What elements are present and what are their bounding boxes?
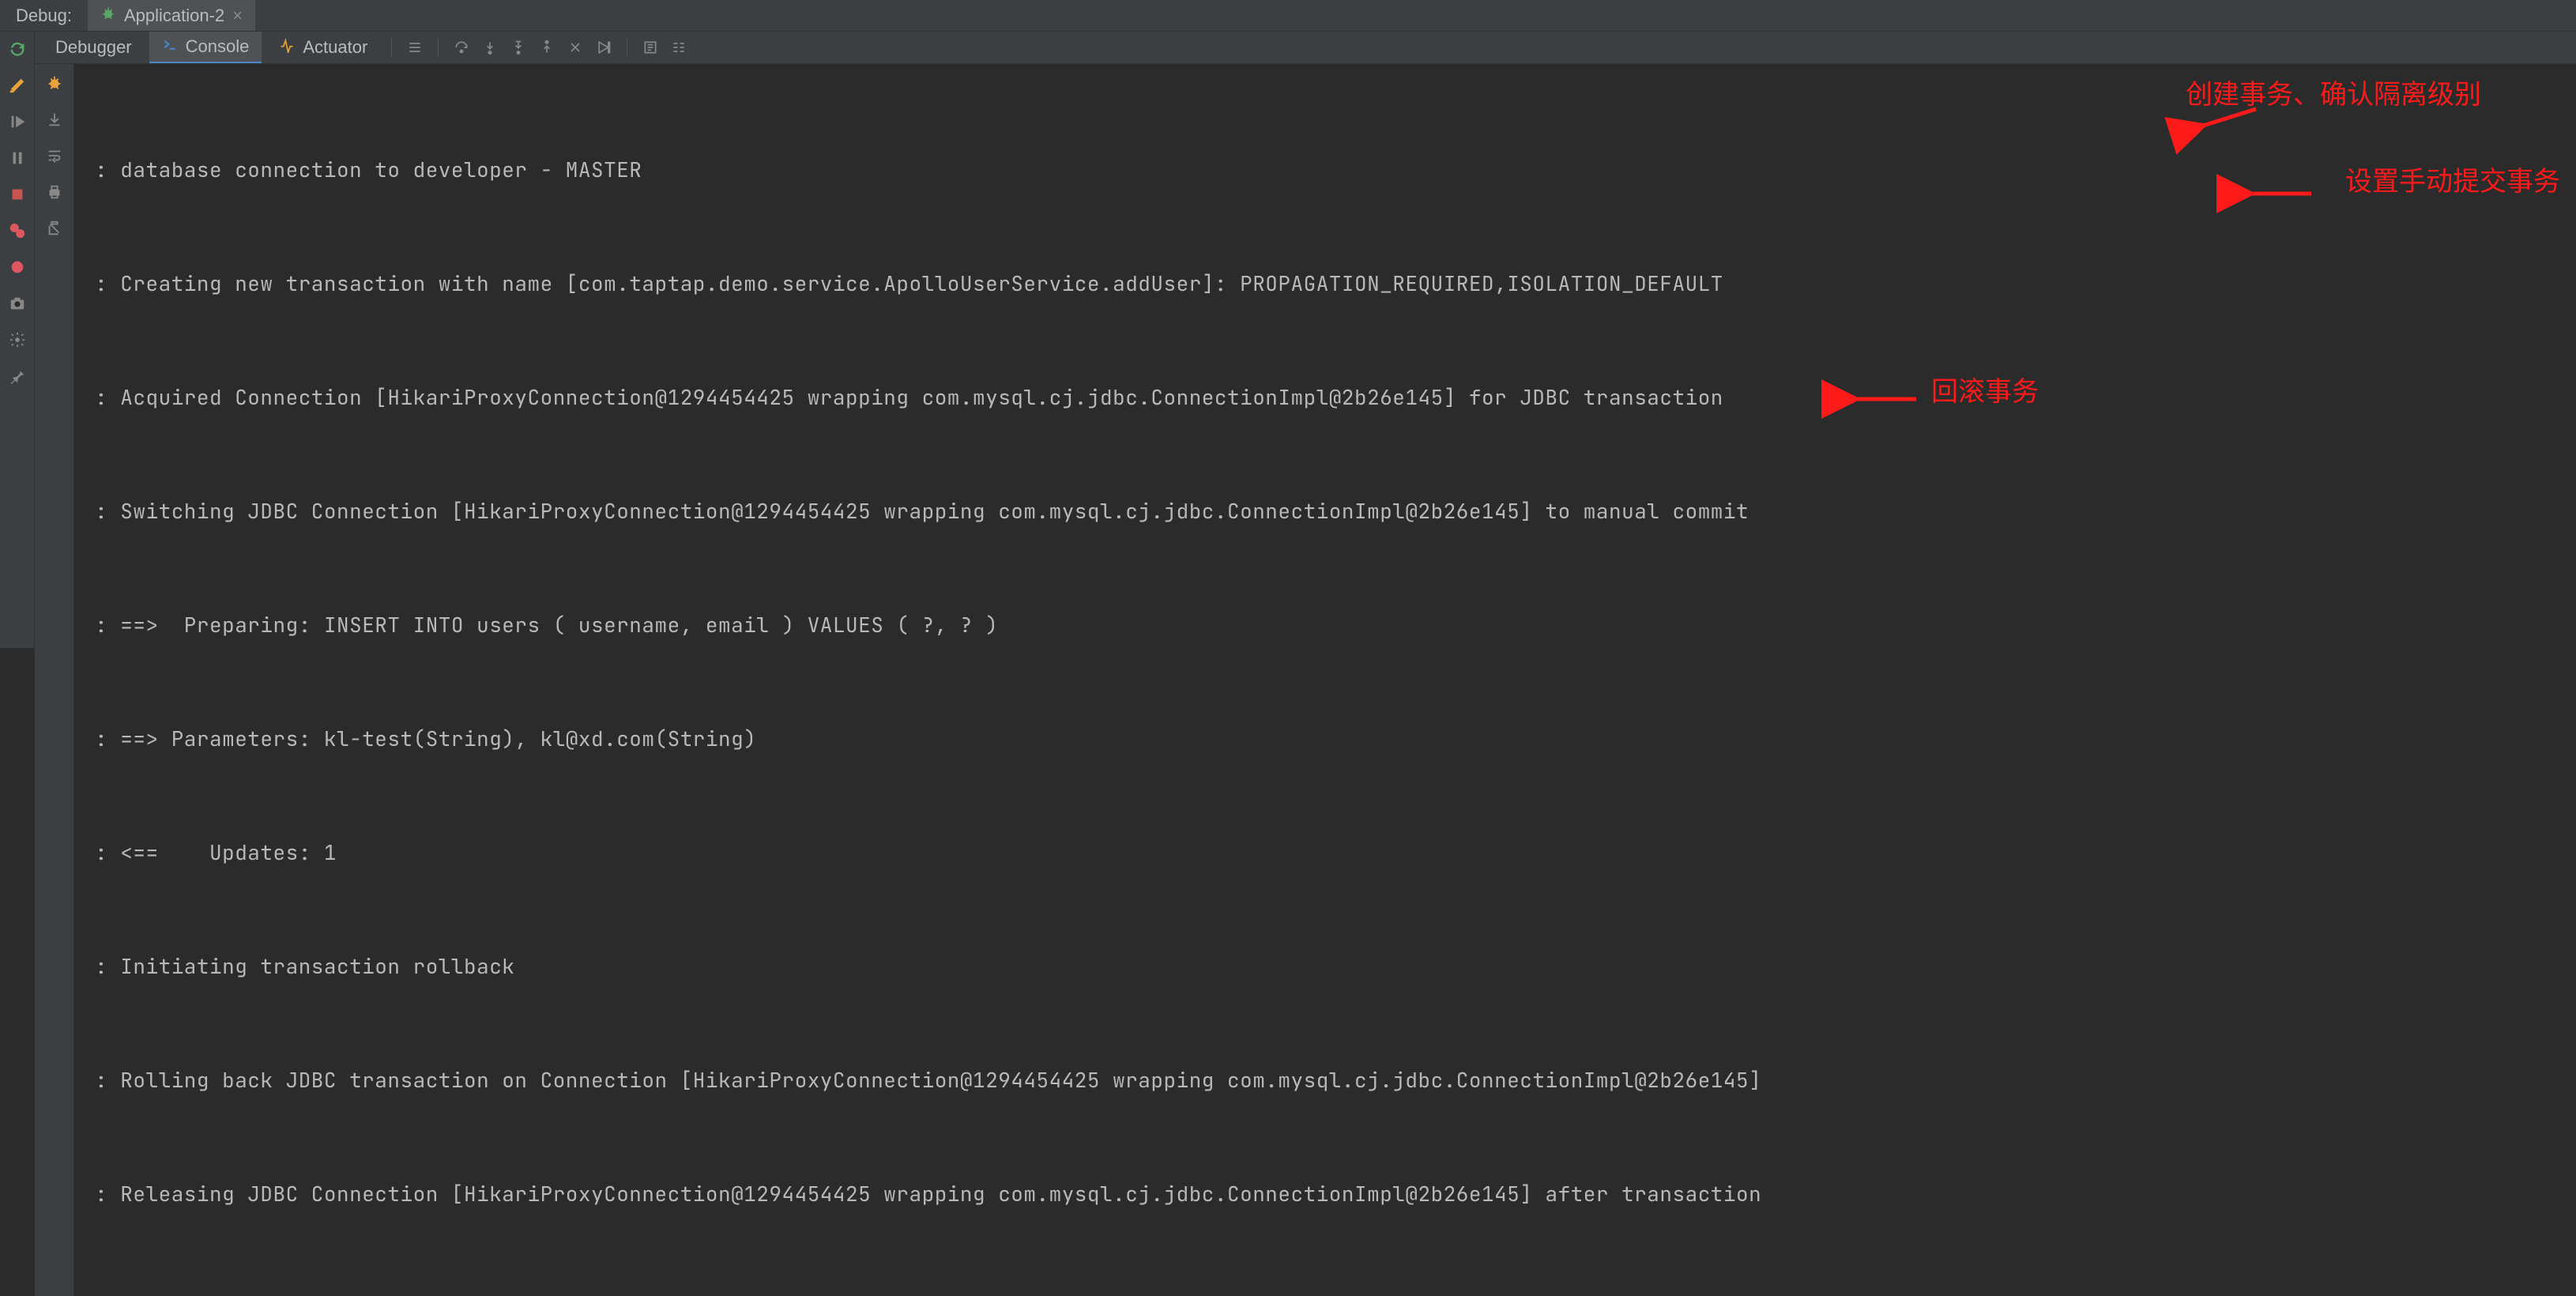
print-icon[interactable] bbox=[43, 181, 66, 203]
debugger-tab-label: Debugger bbox=[55, 37, 132, 58]
trace-current-stream-chain-icon[interactable] bbox=[667, 36, 691, 59]
close-tab-icon[interactable]: × bbox=[232, 6, 243, 26]
step-out-icon[interactable] bbox=[535, 36, 559, 59]
settings-icon[interactable] bbox=[6, 329, 28, 351]
actuator-icon bbox=[279, 37, 295, 58]
pin-icon[interactable] bbox=[6, 365, 28, 387]
debug-top-bar: Debug: Application-2 × bbox=[0, 0, 2576, 32]
rerun-icon[interactable] bbox=[6, 38, 28, 60]
console-icon bbox=[162, 36, 178, 57]
bug-run-icon[interactable] bbox=[43, 72, 66, 94]
sub-tab-bar: Debugger Console Actuator bbox=[35, 32, 2576, 64]
stop-icon[interactable] bbox=[6, 183, 28, 205]
force-step-into-icon[interactable] bbox=[507, 36, 530, 59]
toolbar-separator bbox=[438, 37, 439, 58]
console-tab-label: Console bbox=[186, 36, 250, 57]
log-line: : Rolling back JDBC transaction on Conne… bbox=[82, 1061, 2568, 1099]
log-line: : restore database connection bbox=[82, 1289, 2568, 1296]
scroll-to-end-icon[interactable] bbox=[43, 108, 66, 130]
log-line: : Switching JDBC Connection [HikariProxy… bbox=[82, 492, 2568, 530]
camera-icon[interactable] bbox=[6, 292, 28, 315]
step-over-icon[interactable] bbox=[450, 36, 473, 59]
main-row: Debugger Console Actuator bbox=[0, 32, 2576, 648]
soft-wrap-icon[interactable] bbox=[43, 145, 66, 167]
log-line: : database connection to developer - MAS… bbox=[82, 151, 2568, 189]
tab-console[interactable]: Console bbox=[149, 32, 262, 63]
actuator-tab-label: Actuator bbox=[303, 37, 367, 58]
run-tab-group: Application-2 × bbox=[88, 0, 255, 31]
log-line: : Releasing JDBC Connection [HikariProxy… bbox=[82, 1175, 2568, 1213]
console-left-gutter bbox=[35, 64, 74, 1296]
debug-label: Debug: bbox=[16, 6, 72, 26]
drop-frame-icon[interactable] bbox=[563, 36, 587, 59]
pause-icon[interactable] bbox=[6, 147, 28, 169]
mute-breakpoints-icon[interactable] bbox=[6, 256, 28, 278]
toolbar-list-icon[interactable] bbox=[403, 36, 427, 59]
log-line: : Creating new transaction with name [co… bbox=[82, 265, 2568, 303]
clear-all-icon[interactable] bbox=[43, 217, 66, 239]
bug-icon bbox=[100, 6, 116, 26]
log-line: : ==> Preparing: INSERT INTO users ( use… bbox=[82, 606, 2568, 644]
tab-actuator[interactable]: Actuator bbox=[266, 32, 380, 62]
log-line: : <== Updates: 1 bbox=[82, 834, 2568, 872]
toolbar-separator bbox=[391, 37, 392, 58]
console-output[interactable]: : database connection to developer - MAS… bbox=[74, 64, 2576, 1296]
modify-run-config-icon[interactable] bbox=[6, 74, 28, 96]
run-config-tab[interactable]: Application-2 × bbox=[88, 0, 255, 31]
console-body: : database connection to developer - MAS… bbox=[35, 64, 2576, 1296]
right-area: Debugger Console Actuator bbox=[35, 32, 2576, 648]
run-to-cursor-icon[interactable] bbox=[592, 36, 616, 59]
step-into-icon[interactable] bbox=[478, 36, 502, 59]
view-breakpoints-icon[interactable] bbox=[6, 220, 28, 242]
log-line: : Acquired Connection [HikariProxyConnec… bbox=[82, 379, 2568, 416]
log-line: : Initiating transaction rollback bbox=[82, 948, 2568, 985]
debugger-left-gutter bbox=[0, 32, 35, 648]
run-config-tab-label: Application-2 bbox=[124, 6, 224, 26]
resume-icon[interactable] bbox=[6, 111, 28, 133]
tab-debugger[interactable]: Debugger bbox=[43, 32, 145, 62]
evaluate-expression-icon[interactable] bbox=[638, 36, 662, 59]
log-line: : ==> Parameters: kl-test(String), kl@xd… bbox=[82, 720, 2568, 758]
